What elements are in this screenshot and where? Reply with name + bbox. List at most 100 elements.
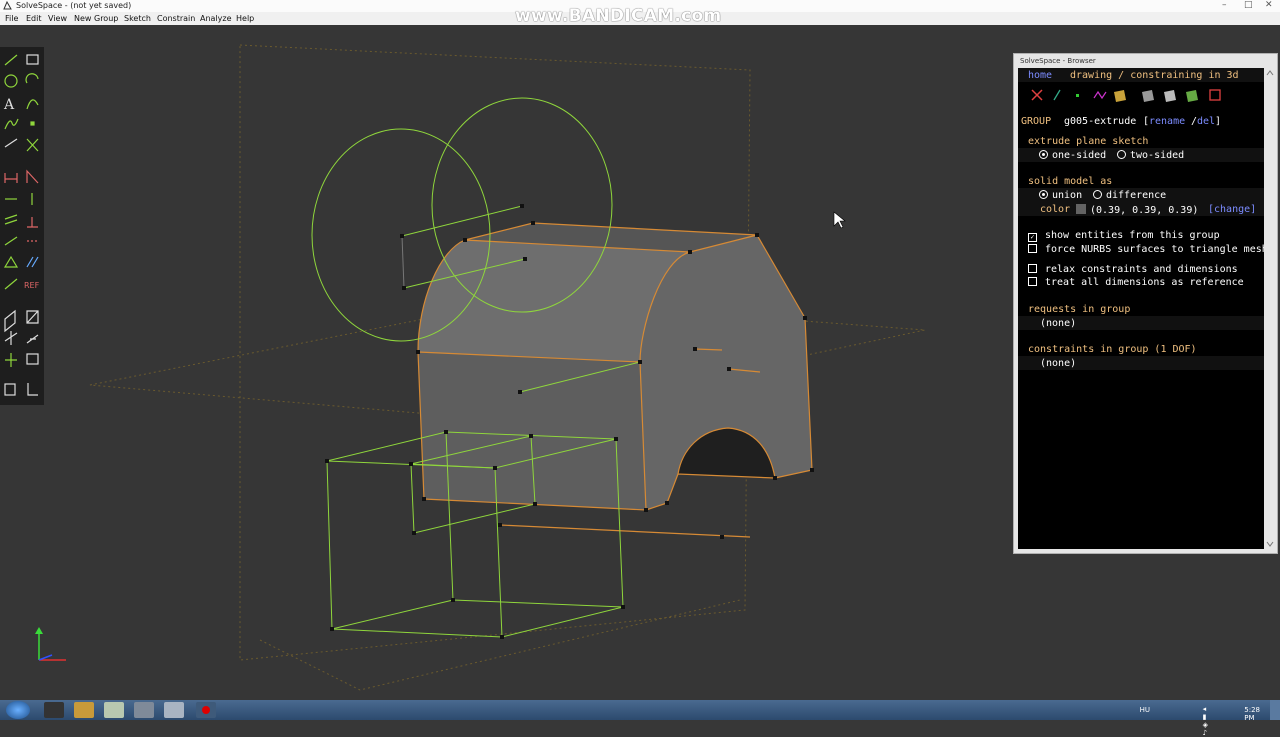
radio-empty-icon[interactable] [1117,150,1126,159]
show-mesh-icon[interactable] [1186,90,1198,102]
unchecked-icon[interactable] [1028,244,1037,253]
requests-heading: requests in group [1028,304,1131,315]
constraints-heading: constraints in group (1 DOF) [1028,344,1197,355]
menu-view[interactable]: View [48,14,67,23]
sketch-toolbar: A REF [0,47,44,405]
browser-window-title: SolveSpace - Browser [1020,57,1096,65]
reference-icon[interactable]: REF [24,281,40,290]
text-icon[interactable]: A [3,97,15,113]
two-sided-option[interactable]: two-sided [1117,150,1184,161]
close-icon[interactable]: ✕ [1265,0,1273,10]
show-points-icon[interactable] [1076,94,1079,97]
taskbar-app-window-icon[interactable] [134,702,154,718]
show-workplanes-icon[interactable] [1031,89,1043,101]
show-entities-checkbox[interactable]: ✓ show entities from this group [1028,230,1220,242]
extrude-icon[interactable] [4,309,16,333]
radio-empty-icon[interactable] [1093,190,1102,199]
unchecked-icon[interactable] [1028,277,1037,286]
show-normals-icon[interactable] [1053,89,1061,101]
browser-content: home drawing / constraining in 3d GROUP … [1018,68,1264,549]
treat-reference-label: treat all dimensions as reference [1045,277,1244,288]
maximize-icon[interactable]: □ [1244,0,1253,10]
nearest-iso-icon[interactable] [4,383,16,396]
relax-checkbox[interactable]: relax constraints and dimensions [1028,264,1238,275]
checked-icon[interactable]: ✓ [1028,233,1037,242]
recording-watermark: www.BANDICAM.com [515,6,722,26]
group-label: GROUP [1021,116,1052,127]
angle-icon[interactable] [26,169,39,184]
treat-reference-checkbox[interactable]: treat all dimensions as reference [1028,277,1244,288]
start-button[interactable] [6,701,30,719]
show-constraints-icon[interactable] [1093,90,1107,100]
tangent-arc-icon[interactable] [26,99,39,110]
reference-line-icon[interactable] [4,278,18,290]
property-browser: SolveSpace - Browser home drawing / cons… [1013,53,1278,554]
taskbar-app-solvespace-icon[interactable] [164,702,184,718]
workplane-icon[interactable] [4,138,18,148]
taskbar-app-cmd-icon[interactable] [44,702,64,718]
show-faces-icon[interactable] [1114,90,1126,102]
step-rotate-icon[interactable] [26,334,39,344]
taskbar-app-folder-icon[interactable] [104,702,124,718]
solid-heading: solid model as [1028,176,1113,187]
midpoint-icon[interactable] [26,256,39,268]
rectangle-icon[interactable] [26,54,39,65]
split-icon[interactable] [26,138,39,152]
mouse-cursor-icon [833,211,846,229]
show-desktop-button[interactable] [1270,700,1280,720]
delete-link[interactable]: del [1197,116,1215,127]
color-swatch[interactable] [1076,204,1086,214]
line-icon[interactable] [4,54,18,66]
window-title: SolveSpace - (not yet saved) [16,1,132,10]
taskbar-app-tool-icon[interactable] [74,702,94,718]
equal-icon[interactable] [3,255,19,268]
sketch-in-3d-icon[interactable] [26,353,39,365]
menu-constrain[interactable]: Constrain [157,14,195,23]
radio-selected-icon[interactable] [1039,190,1048,199]
bezier-icon[interactable] [4,118,19,130]
on-entity-icon[interactable] [4,236,18,246]
force-nurbs-label: force NURBS surfaces to triangle mesh [1045,244,1264,255]
browser-scrollbar[interactable] [1265,68,1275,549]
tray-icons[interactable]: ◂ ▮ ◈ ♪ [1203,705,1208,737]
step-translate-icon[interactable] [4,331,18,345]
lathe-icon[interactable] [26,310,39,324]
rename-link[interactable]: rename [1149,116,1185,127]
parallel-icon[interactable] [4,214,18,225]
difference-option[interactable]: difference [1093,190,1166,201]
arc-icon[interactable] [25,73,39,84]
union-option[interactable]: union [1039,190,1082,201]
perpendicular-icon[interactable] [27,217,38,228]
point-icon[interactable] [30,121,35,126]
language-indicator[interactable]: HU [1140,706,1150,714]
menu-sketch[interactable]: Sketch [124,14,151,23]
two-sided-label: two-sided [1130,150,1185,161]
show-edges-icon[interactable] [1164,90,1176,102]
show-hidden-lines-icon[interactable] [1209,89,1221,101]
requests-none: (none) [1040,318,1077,329]
color-value: (0.39, 0.39, 0.39) [1076,204,1198,216]
menu-new-group[interactable]: New Group [74,14,118,23]
force-nurbs-checkbox[interactable]: force NURBS surfaces to triangle mesh [1028,244,1264,255]
one-sided-option[interactable]: one-sided [1039,150,1106,161]
assemble-icon[interactable] [5,353,17,367]
circle-icon[interactable] [4,74,18,88]
axis-triad [35,627,66,661]
browser-toolbar [1031,89,1221,102]
rename-bracket-close: ] [1215,116,1222,127]
group-name: g005-extrude [1064,116,1137,127]
unchecked-icon[interactable] [1028,264,1037,273]
menu-edit[interactable]: Edit [26,14,42,23]
show-entities-label: show entities from this group [1045,230,1220,241]
nearest-ortho-icon[interactable] [27,383,38,396]
nav-home-link[interactable]: home [1028,70,1052,81]
menu-analyze[interactable]: Analyze [200,14,232,23]
minimize-icon[interactable]: – [1222,0,1227,10]
distance-icon[interactable] [4,173,18,183]
taskbar-app-record-icon[interactable] [196,702,216,718]
change-color-link[interactable]: [change] [1208,204,1256,215]
radio-selected-icon[interactable] [1039,150,1048,159]
show-shaded-icon[interactable] [1142,90,1154,102]
menu-help[interactable]: Help [236,14,254,23]
menu-file[interactable]: File [5,14,18,23]
